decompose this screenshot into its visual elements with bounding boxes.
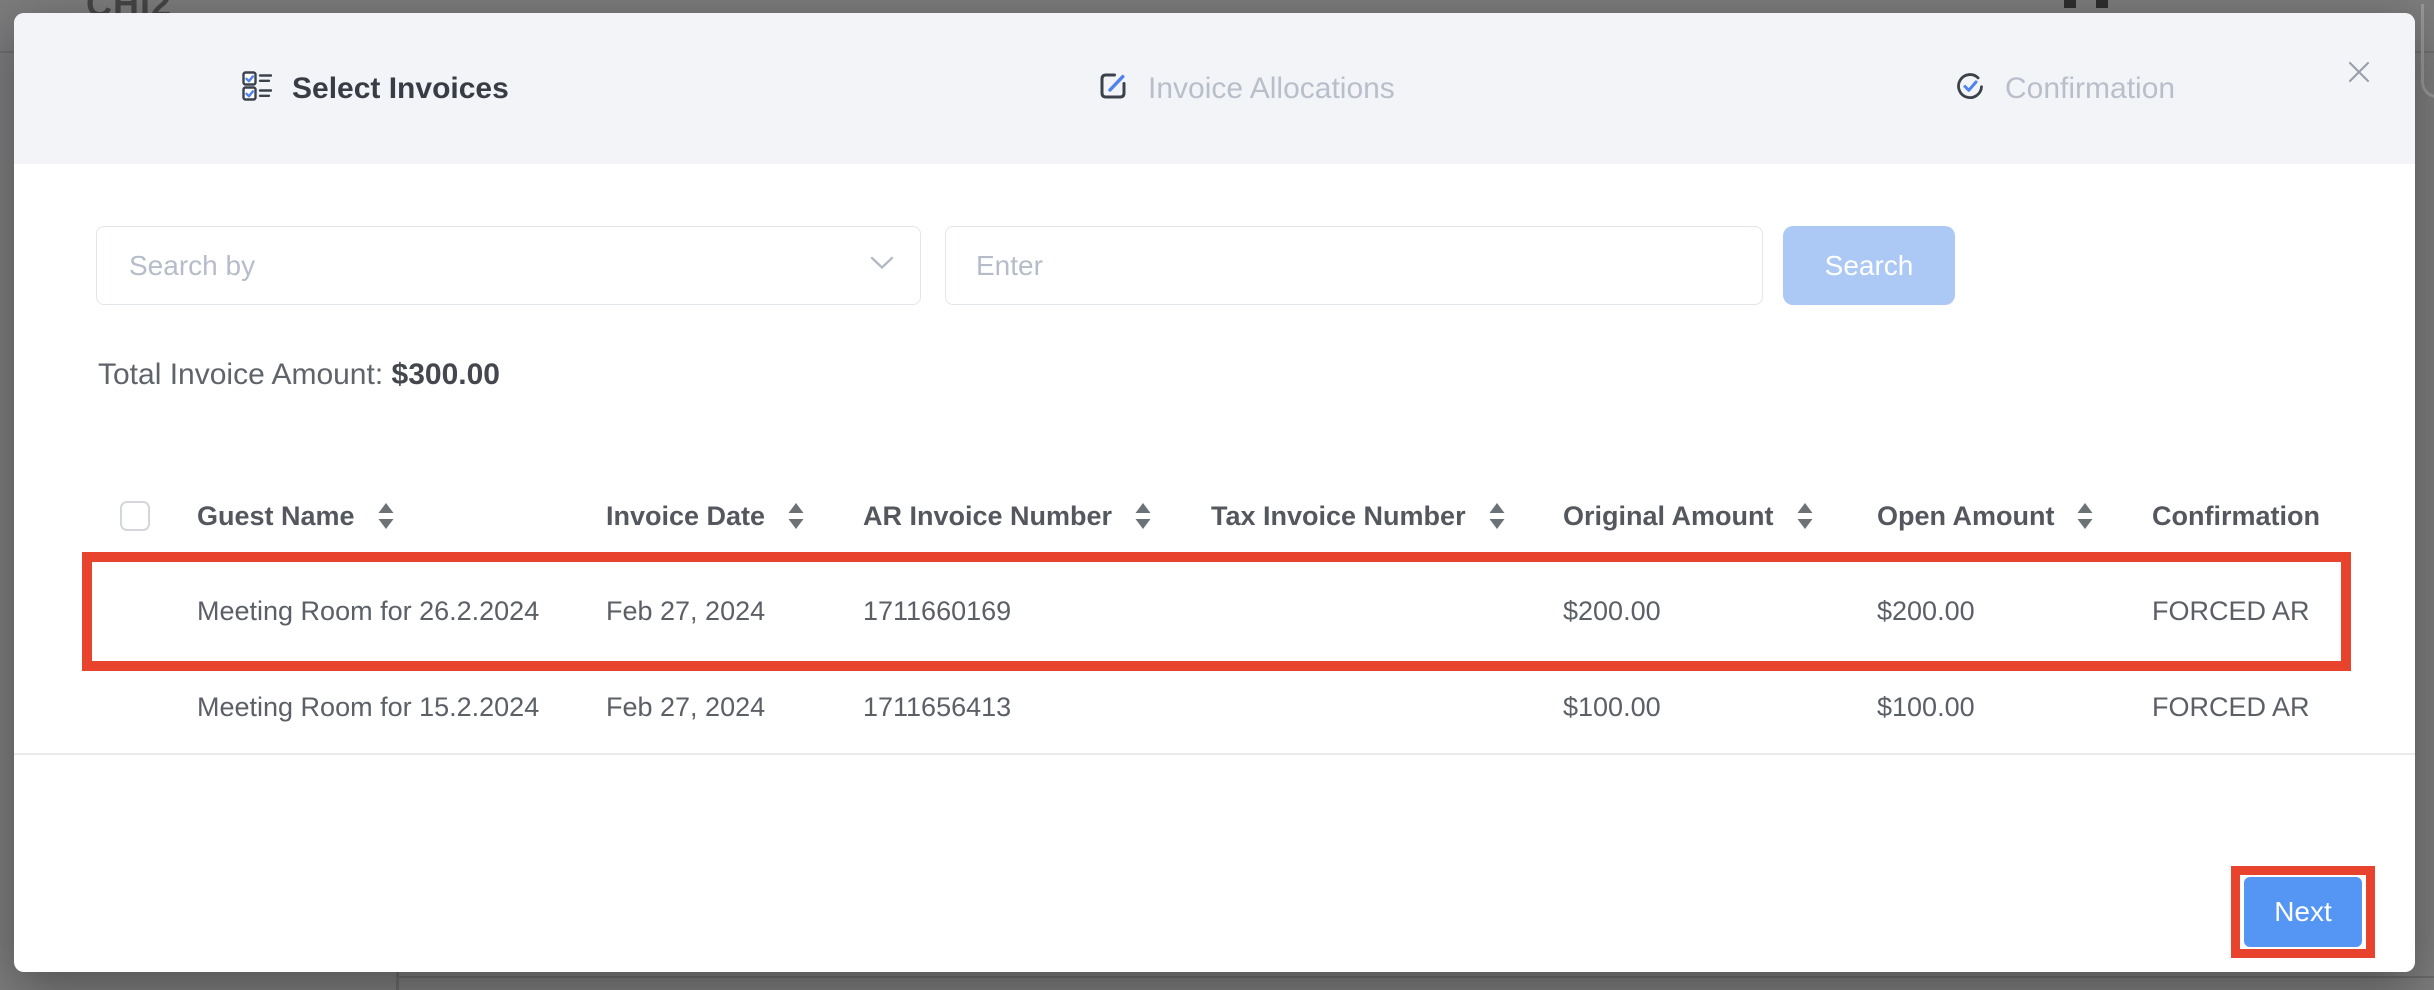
table-header-row: Guest Name Invoice Date AR Invoice Numbe… — [14, 486, 2415, 546]
column-label: Invoice Date — [606, 501, 765, 532]
search-by-placeholder: Search by — [129, 250, 255, 282]
cell-open-amount: $200.00 — [1877, 562, 1975, 661]
cell-ar-invoice-number: 1711656413 — [863, 661, 1011, 753]
column-header-confirmation-number[interactable]: Confirmation Number — [2152, 486, 2326, 546]
step-label: Select Invoices — [292, 72, 509, 106]
cell-invoice-date: Feb 27, 2024 — [606, 661, 765, 753]
cell-ar-invoice-number: 1711660169 — [863, 562, 1011, 661]
table-row[interactable]: Meeting Room for 15.2.2024 Feb 27, 2024 … — [14, 661, 2415, 755]
column-label: AR Invoice Number — [863, 501, 1112, 532]
search-button[interactable]: Search — [1783, 226, 1955, 305]
close-icon[interactable] — [2344, 57, 2374, 87]
cell-guest-name: Meeting Room for 26.2.2024 — [197, 562, 539, 661]
sort-icon[interactable] — [1134, 502, 1152, 530]
total-invoice-amount: Total Invoice Amount: $300.00 — [98, 358, 500, 392]
step-select-invoices[interactable]: Select Invoices — [242, 13, 509, 164]
background-card-corner — [2421, 4, 2434, 98]
cell-confirmation-number: FORCED AR — [2152, 661, 2326, 753]
background-divider — [399, 976, 2434, 978]
select-invoices-modal: Select Invoices Invoice Allocations Conf… — [14, 13, 2415, 972]
column-header-ar-invoice-number[interactable]: AR Invoice Number — [863, 486, 1152, 546]
sort-icon[interactable] — [2076, 502, 2094, 530]
chevron-down-icon — [870, 256, 894, 275]
column-label: Guest Name — [197, 501, 355, 532]
sort-icon[interactable] — [1488, 502, 1506, 530]
column-label: Confirmation Number — [2152, 501, 2326, 532]
check-circle-icon — [1955, 71, 1985, 106]
next-button[interactable]: Next — [2244, 877, 2362, 947]
column-header-guest-name[interactable]: Guest Name — [197, 486, 395, 546]
background-artifact — [2064, 0, 2076, 8]
cell-invoice-date: Feb 27, 2024 — [606, 562, 765, 661]
background-artifact — [2096, 0, 2108, 8]
column-header-tax-invoice-number[interactable]: Tax Invoice Number — [1211, 486, 1506, 546]
next-button-highlight-border: Next — [2231, 866, 2375, 958]
sort-icon[interactable] — [377, 502, 395, 530]
step-confirmation[interactable]: Confirmation — [1955, 13, 2175, 164]
column-label: Original Amount — [1563, 501, 1774, 532]
column-label: Open Amount — [1877, 501, 2054, 532]
column-header-invoice-date[interactable]: Invoice Date — [606, 486, 805, 546]
column-header-original-amount[interactable]: Original Amount — [1563, 486, 1814, 546]
search-keyword-input[interactable] — [945, 226, 1763, 305]
cell-open-amount: $100.00 — [1877, 661, 1975, 753]
column-header-open-amount[interactable]: Open Amount — [1877, 486, 2094, 546]
edit-square-icon — [1098, 71, 1128, 106]
cell-confirmation-number: FORCED AR — [2152, 562, 2326, 661]
cell-original-amount: $100.00 — [1563, 661, 1661, 753]
checklist-icon — [242, 71, 272, 106]
step-label: Confirmation — [2005, 72, 2175, 106]
background-divider — [396, 971, 399, 990]
wizard-stepper-header: Select Invoices Invoice Allocations Conf… — [14, 13, 2415, 164]
step-invoice-allocations[interactable]: Invoice Allocations — [1098, 13, 1395, 164]
column-label: Tax Invoice Number — [1211, 501, 1466, 532]
search-by-select[interactable]: Search by — [96, 226, 921, 305]
step-label: Invoice Allocations — [1148, 72, 1395, 106]
cell-original-amount: $200.00 — [1563, 562, 1661, 661]
table-row[interactable]: Meeting Room for 26.2.2024 Feb 27, 2024 … — [14, 562, 2415, 661]
total-invoice-amount-value: $300.00 — [392, 358, 500, 391]
total-invoice-amount-label: Total Invoice Amount: — [98, 358, 383, 391]
sort-icon[interactable] — [1796, 502, 1814, 530]
cell-guest-name: Meeting Room for 15.2.2024 — [197, 661, 539, 753]
sort-icon[interactable] — [787, 502, 805, 530]
